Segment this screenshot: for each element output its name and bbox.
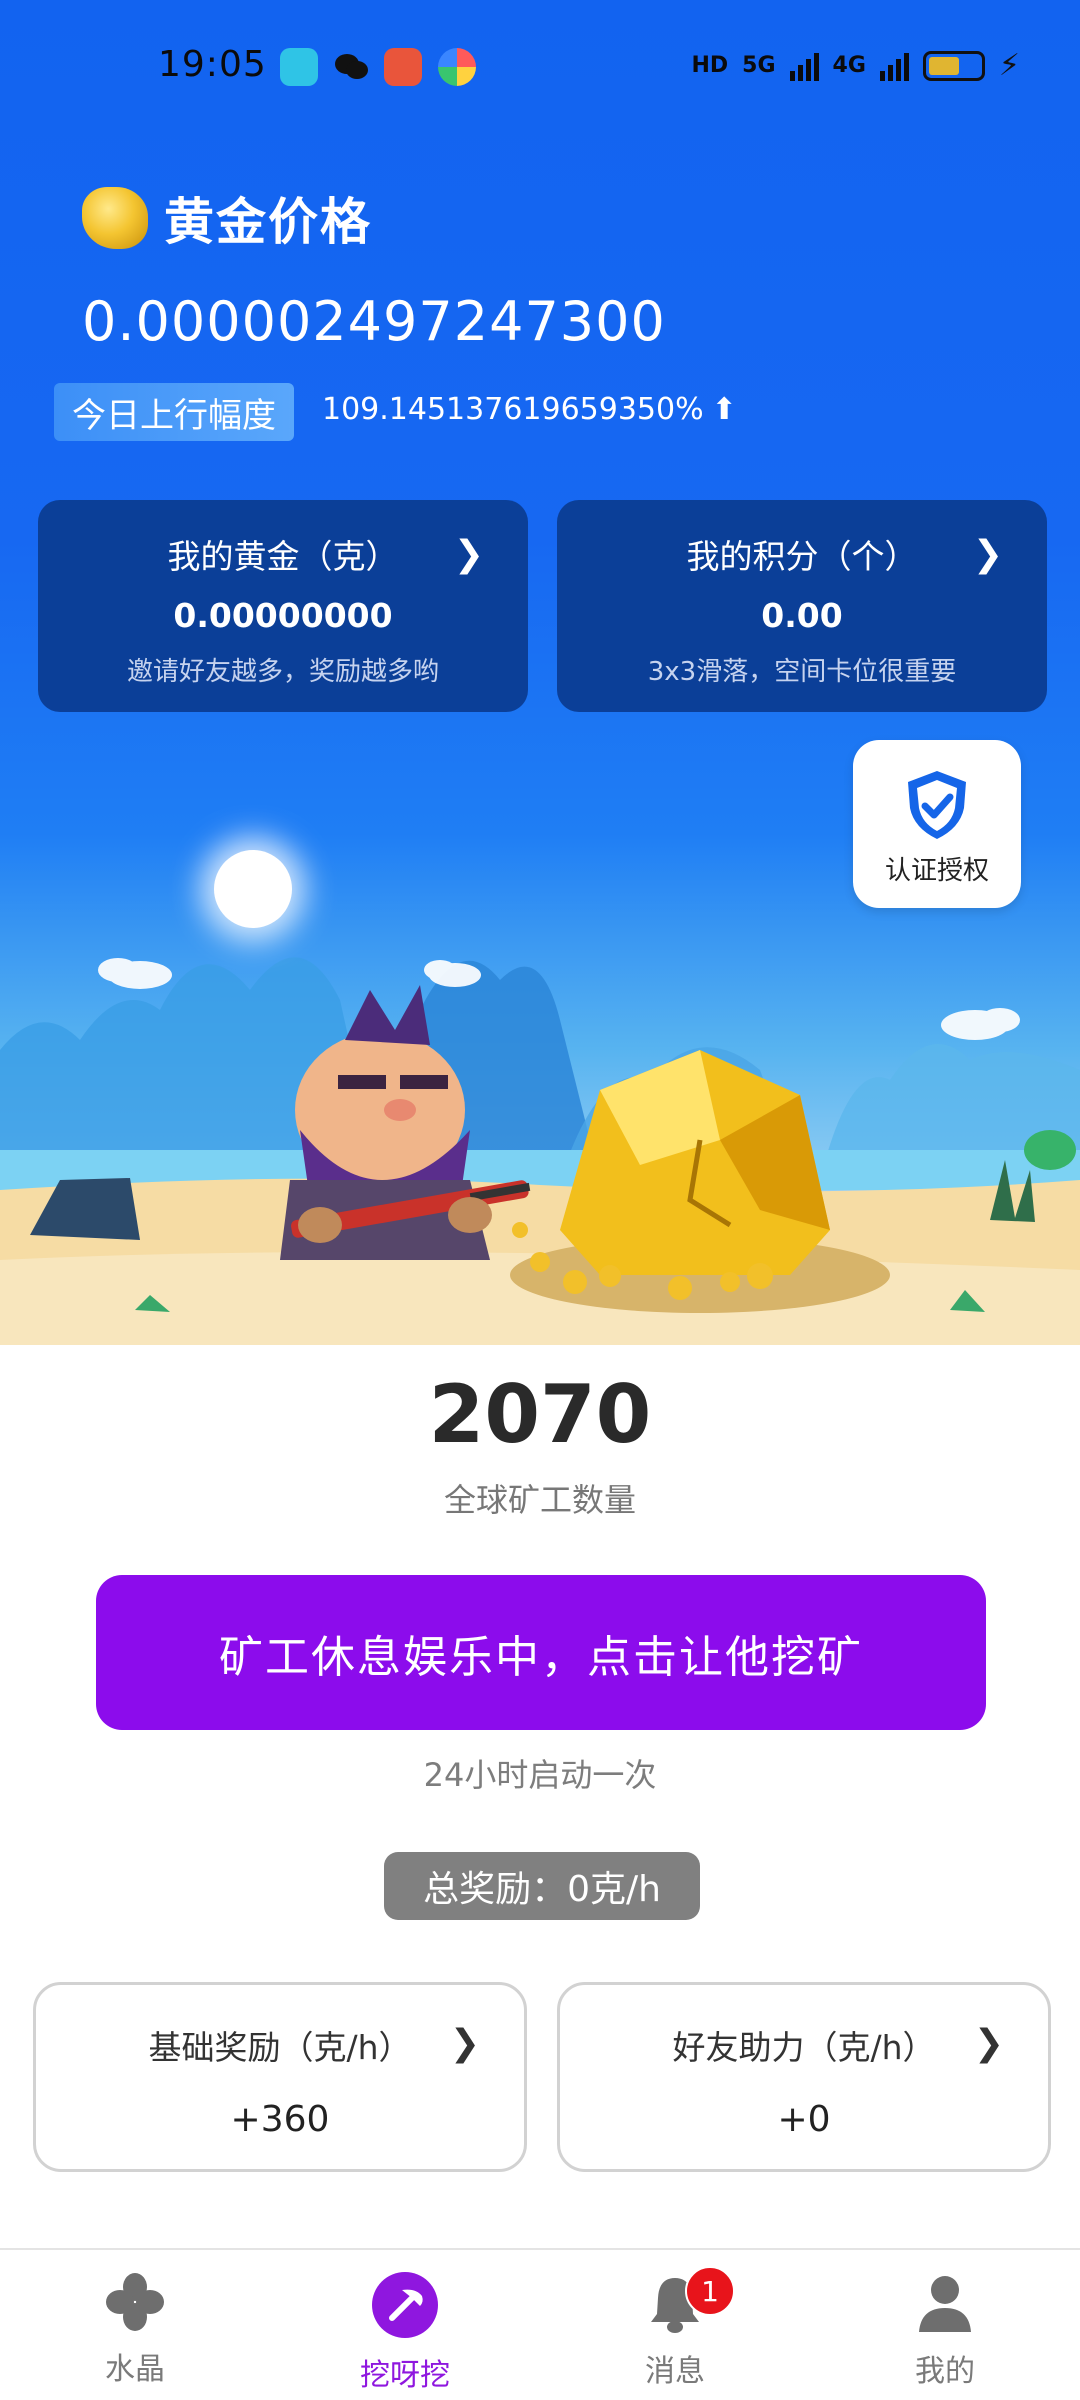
chevron-right-icon: ❯ [973, 2023, 1004, 2064]
base-reward-card[interactable]: 基础奖励（克/h） ❯ +360 [33, 1982, 527, 2172]
gold-price-value: 0.000002497247300 [82, 290, 666, 353]
browser-app-icon [438, 48, 476, 86]
mining-frequency-hint: 24小时启动一次 [423, 1756, 657, 1794]
person-icon [919, 2276, 971, 2332]
battery-icon [922, 50, 985, 81]
status-indicators: HD 5G 4G ⚡ [691, 48, 1020, 83]
my-points-value: 0.00 [761, 596, 843, 635]
gold-price-title: 黄金价格 [164, 193, 372, 251]
friend-boost-value: +0 [777, 2099, 831, 2140]
network-4g-label: 4G [832, 53, 866, 78]
auth-button[interactable]: 认证授权 [853, 740, 1021, 908]
crystal-icon [106, 2273, 164, 2331]
my-gold-card[interactable]: 我的黄金（克） ❯ 0.00000000 邀请好友越多，奖励越多哟 [38, 500, 528, 712]
hero-section: 19:05 HD 5G 4G ⚡ 黄金价格 0.000002497247300 … [0, 0, 1080, 1345]
charging-icon: ⚡ [998, 48, 1020, 83]
daily-rise-value: 109.145137619659350% ⬆ [322, 392, 737, 427]
gold-nugget-icon [82, 187, 148, 249]
my-points-subtitle: 3x3滑落，空间卡位很重要 [647, 657, 957, 687]
status-time: 19:05 [158, 44, 267, 85]
start-mining-button[interactable]: 矿工休息娱乐中，点击让他挖矿 [96, 1575, 986, 1730]
auth-label: 认证授权 [884, 856, 989, 886]
nav-tab-profile[interactable]: 我的 [845, 2272, 1045, 2390]
notification-app-icon [280, 48, 318, 86]
gold-price-header: 黄金价格 [82, 182, 372, 254]
wechat-icon [332, 48, 370, 86]
nav-tab-messages[interactable]: 1 消息 [575, 2266, 775, 2390]
shield-check-icon [908, 771, 966, 839]
status-bar: 19:05 HD 5G 4G ⚡ [0, 38, 1080, 98]
chevron-right-icon: ❯ [449, 2023, 480, 2064]
arrow-up-icon: ⬆ [711, 392, 737, 427]
nav-tab-crystal[interactable]: 水晶 [35, 2272, 235, 2388]
nav-tab-dig[interactable]: 挖呀挖 [305, 2272, 505, 2394]
bottom-navigation: 水晶 挖呀挖 1 消息 我的 [0, 2248, 1080, 2400]
network-5g-label: 5G [742, 53, 776, 78]
signal-bars-icon [789, 51, 819, 81]
nav-label-crystal: 水晶 [105, 2352, 165, 2387]
my-gold-subtitle: 邀请好友越多，奖励越多哟 [126, 657, 439, 687]
unread-badge: 1 [685, 2266, 735, 2316]
daily-rise-percent: 109.145137619659350% [322, 392, 704, 427]
nav-label-profile: 我的 [915, 2354, 975, 2389]
nav-label-messages: 消息 [645, 2354, 705, 2389]
shop-app-icon [384, 48, 422, 86]
global-miners-label: 全球矿工数量 [443, 1481, 636, 1519]
my-points-card[interactable]: 我的积分（个） ❯ 0.00 3x3滑落，空间卡位很重要 [557, 500, 1047, 712]
friend-boost-card[interactable]: 好友助力（克/h） ❯ +0 [557, 1982, 1051, 2172]
my-gold-value: 0.00000000 [173, 596, 393, 635]
pickaxe-icon [372, 2272, 438, 2338]
total-reward-badge: 总奖励：0克/h [384, 1852, 700, 1920]
chevron-right-icon: ❯ [972, 534, 1003, 575]
base-reward-value: +360 [230, 2099, 330, 2140]
chevron-right-icon: ❯ [453, 534, 484, 575]
hd-indicator: HD [691, 53, 729, 78]
global-miners-count: 2070 [428, 1368, 652, 1461]
sun-decoration [214, 850, 292, 928]
daily-rise-tag: 今日上行幅度 [54, 383, 294, 441]
signal-bars-icon-2 [879, 51, 909, 81]
nav-label-dig: 挖呀挖 [360, 2358, 450, 2393]
